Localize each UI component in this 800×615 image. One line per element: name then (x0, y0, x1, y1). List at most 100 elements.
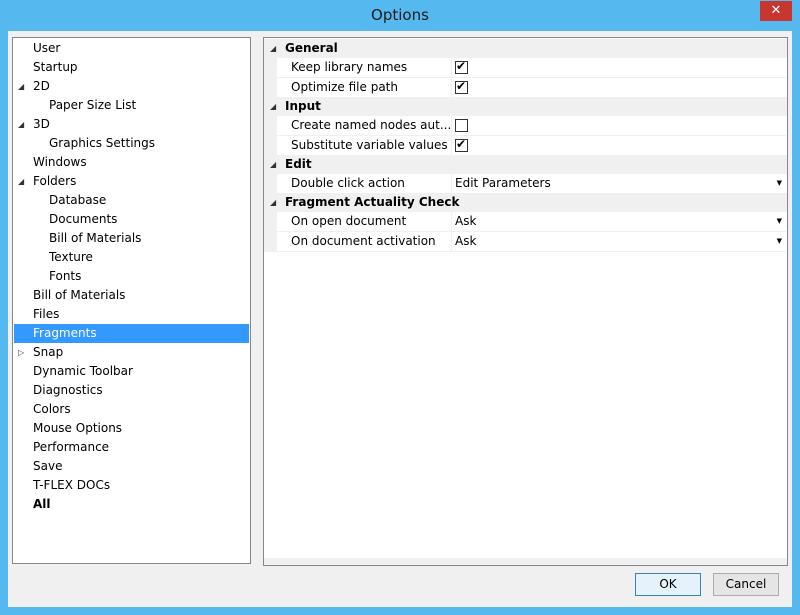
property-category[interactable]: ◢ Input (264, 97, 787, 116)
tree-item[interactable]: Files (14, 305, 249, 324)
tree-item-label: Fragments (33, 326, 97, 340)
property-row[interactable]: On open document Ask ▼ (264, 212, 787, 232)
expanded-arrow-icon[interactable]: ◢ (18, 77, 28, 96)
tree-item-label: Performance (33, 440, 110, 454)
property-name: Substitute variable values (277, 136, 452, 156)
cancel-button[interactable]: Cancel (713, 573, 779, 596)
tree-item-label: Texture (49, 250, 93, 264)
expanded-arrow-icon[interactable]: ◢ (270, 155, 276, 174)
tree-item[interactable]: Save (14, 457, 249, 476)
property-checkbox[interactable]: ✔ (455, 59, 468, 74)
property-category[interactable]: ◢ Edit (264, 155, 787, 174)
category-label: Input (285, 99, 321, 113)
row-margin (264, 78, 277, 98)
row-margin (264, 174, 277, 194)
tree-item-label: Snap (33, 345, 64, 359)
tree-item-label: All (33, 497, 51, 511)
tree-item[interactable]: Fragments (14, 324, 249, 343)
property-value[interactable]: ✔ (452, 136, 786, 156)
property-value[interactable]: Edit Parameters ▼ (452, 174, 786, 194)
tree-item[interactable]: Texture (14, 248, 249, 267)
dropdown-arrow-icon[interactable]: ▼ (777, 232, 782, 251)
property-row[interactable]: Create named nodes aut... (264, 116, 787, 136)
checkmark-icon: ✔ (456, 137, 467, 151)
tree-item[interactable]: ▷ Snap (14, 343, 249, 362)
tree-item-label: Paper Size List (49, 98, 137, 112)
row-margin (264, 58, 277, 78)
tree-item[interactable]: Diagnostics (14, 381, 249, 400)
tree-item[interactable]: Bill of Materials (14, 229, 249, 248)
tree-item[interactable]: Colors (14, 400, 249, 419)
property-value[interactable] (452, 116, 786, 136)
property-row[interactable]: Keep library names ✔ (264, 58, 787, 78)
property-category[interactable]: ◢ General (264, 39, 787, 58)
tree-item-label: T-FLEX DOCs (33, 478, 111, 492)
tree-item-label: 3D (33, 117, 50, 131)
tree-item-label: Folders (33, 174, 77, 188)
property-name: Keep library names (277, 58, 452, 78)
tree-item-label: Graphics Settings (49, 136, 156, 150)
tree-item-label: Diagnostics (33, 383, 103, 397)
tree-item[interactable]: Performance (14, 438, 249, 457)
tree-item[interactable]: ◢ Folders (14, 172, 249, 191)
tree-item-label: Fonts (49, 269, 82, 283)
property-row[interactable]: Optimize file path ✔ (264, 78, 787, 98)
dropdown-value: Ask (455, 234, 477, 248)
tree-item[interactable]: Fonts (14, 267, 249, 286)
tree-item[interactable]: Graphics Settings (14, 134, 249, 153)
expanded-arrow-icon[interactable]: ◢ (270, 97, 276, 116)
window-title: Options (371, 6, 429, 24)
property-name: On document activation (277, 232, 452, 252)
category-label: Fragment Actuality Check (285, 195, 460, 209)
property-grid-footer (264, 558, 787, 565)
tree-item[interactable]: ◢ 2D (14, 77, 249, 96)
collapsed-arrow-icon[interactable]: ▷ (18, 343, 28, 362)
tree-item[interactable]: Windows (14, 153, 249, 172)
tree-item[interactable]: Bill of Materials (14, 286, 249, 305)
expanded-arrow-icon[interactable]: ◢ (18, 115, 28, 134)
row-margin (264, 212, 277, 232)
tree-item[interactable]: ◢ 3D (14, 115, 249, 134)
tree-item-label: 2D (33, 79, 50, 93)
property-row[interactable]: Double click action Edit Parameters ▼ (264, 174, 787, 194)
ok-button[interactable]: OK (635, 573, 701, 596)
category-label: General (285, 41, 338, 55)
property-value[interactable]: Ask ▼ (452, 232, 786, 252)
tree-item[interactable]: Paper Size List (14, 96, 249, 115)
expanded-arrow-icon[interactable]: ◢ (18, 172, 28, 191)
tree-item[interactable]: Dynamic Toolbar (14, 362, 249, 381)
title-bar[interactable]: Options ✕ (0, 0, 800, 30)
dropdown-value: Ask (455, 214, 477, 228)
property-checkbox[interactable]: ✔ (455, 79, 468, 94)
property-checkbox[interactable]: ✔ (455, 137, 468, 152)
property-category[interactable]: ◢ Fragment Actuality Check (264, 193, 787, 212)
tree-item[interactable]: Startup (14, 58, 249, 77)
property-grid[interactable]: ◢ General Keep library names ✔ Optimize file… (263, 37, 788, 566)
dropdown-arrow-icon[interactable]: ▼ (777, 174, 782, 193)
tree-item[interactable]: Documents (14, 210, 249, 229)
checkmark-icon: ✔ (456, 79, 467, 93)
tree-item-label: Bill of Materials (49, 231, 142, 245)
expanded-arrow-icon[interactable]: ◢ (270, 39, 276, 58)
tree-item[interactable]: All (14, 495, 249, 514)
tree-item[interactable]: Mouse Options (14, 419, 249, 438)
row-margin (264, 136, 277, 156)
property-row[interactable]: On document activation Ask ▼ (264, 232, 787, 252)
property-value[interactable]: ✔ (452, 58, 786, 78)
property-checkbox[interactable] (455, 119, 468, 132)
options-category-tree[interactable]: User Startup ◢ 2D Paper Size List ◢ 3D Graphics… (12, 37, 251, 564)
tree-item-label: Mouse Options (33, 421, 123, 435)
property-value[interactable]: ✔ (452, 78, 786, 98)
tree-item-label: Documents (49, 212, 118, 226)
expanded-arrow-icon[interactable]: ◢ (270, 193, 276, 212)
property-row[interactable]: Substitute variable values ✔ (264, 136, 787, 156)
tree-item[interactable]: Database (14, 191, 249, 210)
tree-item-label: Bill of Materials (33, 288, 126, 302)
property-value[interactable]: Ask ▼ (452, 212, 786, 232)
tree-item[interactable]: User (14, 39, 249, 58)
property-name: Create named nodes aut... (277, 116, 452, 136)
tree-item-label: Colors (33, 402, 71, 416)
close-button[interactable]: ✕ (760, 1, 792, 21)
dropdown-arrow-icon[interactable]: ▼ (777, 212, 782, 231)
tree-item[interactable]: T-FLEX DOCs (14, 476, 249, 495)
